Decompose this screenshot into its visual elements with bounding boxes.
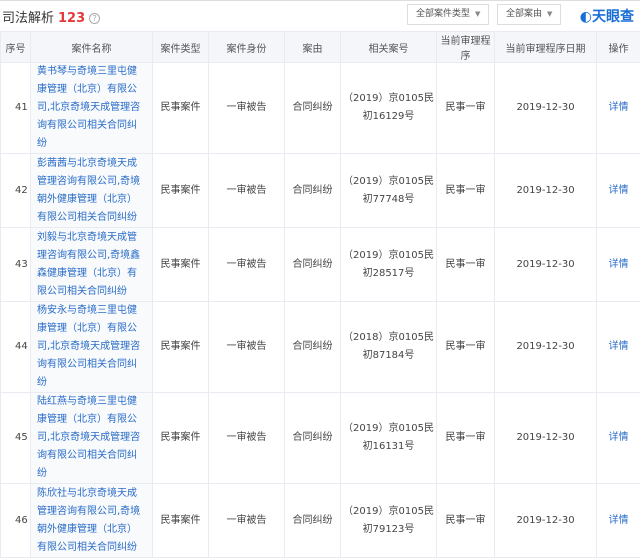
case-type: 民事案件 <box>153 63 209 154</box>
case-role: 一审被告 <box>209 302 285 393</box>
case-number: （2019）京0105民初79123号 <box>341 484 437 558</box>
case-type-filter-label: 全部案件类型 <box>416 9 470 19</box>
table-row: 43刘毅与北京奇境天成管理咨询有限公司,奇境鑫森健康管理（北京）有限公司相关合同… <box>1 228 640 302</box>
case-cause-filter[interactable]: 全部案由 ▼ <box>497 4 561 25</box>
trial-stage: 民事一审 <box>437 484 495 558</box>
section-header: 司法解析 123? 全部案件类型 ▼ 全部案由 ▼ ◐天眼查 <box>0 0 640 31</box>
case-type: 民事案件 <box>153 154 209 228</box>
column-header: 案件类型 <box>153 32 209 63</box>
case-role: 一审被告 <box>209 154 285 228</box>
case-number: （2019）京0105民初16131号 <box>341 393 437 484</box>
table-row: 46陈欣社与北京奇境天成管理咨询有限公司,奇境朝外健康管理（北京）有限公司相关合… <box>1 484 640 558</box>
trial-stage: 民事一审 <box>437 302 495 393</box>
detail-link[interactable]: 详情 <box>597 154 640 228</box>
table-header: 序号案件名称案件类型案件身份案由相关案号当前审理程序当前审理程序日期操作 <box>1 32 640 63</box>
case-type: 民事案件 <box>153 393 209 484</box>
trial-stage: 民事一审 <box>437 63 495 154</box>
column-header: 相关案号 <box>341 32 437 63</box>
row-number: 44 <box>1 302 31 393</box>
logo-text: 天眼查 <box>592 9 634 25</box>
case-role: 一审被告 <box>209 228 285 302</box>
row-number: 42 <box>1 154 31 228</box>
case-cause: 合同纠纷 <box>285 484 341 558</box>
table-row: 41黄书琴与奇境三里屯健康管理（北京）有限公司,北京奇境天成管理咨询有限公司相关… <box>1 63 640 154</box>
detail-link[interactable]: 详情 <box>597 63 640 154</box>
case-cause-filter-label: 全部案由 <box>506 9 542 19</box>
case-cause: 合同纠纷 <box>285 154 341 228</box>
trial-date: 2019-12-30 <box>495 63 597 154</box>
case-name-link[interactable]: 黄书琴与奇境三里屯健康管理（北京）有限公司,北京奇境天成管理咨询有限公司相关合同… <box>31 63 153 154</box>
case-type: 民事案件 <box>153 228 209 302</box>
case-role: 一审被告 <box>209 484 285 558</box>
help-icon[interactable]: ? <box>89 13 100 24</box>
logo-icon: ◐ <box>580 9 592 25</box>
case-name-link[interactable]: 彭茜茜与北京奇境天成管理咨询有限公司,奇境朝外健康管理（北京）有限公司相关合同纠… <box>31 154 153 228</box>
row-number: 43 <box>1 228 31 302</box>
case-type: 民事案件 <box>153 484 209 558</box>
case-cause: 合同纠纷 <box>285 393 341 484</box>
trial-date: 2019-12-30 <box>495 393 597 484</box>
column-header: 案件名称 <box>31 32 153 63</box>
title-text: 司法解析 <box>2 11 54 26</box>
case-cause: 合同纠纷 <box>285 63 341 154</box>
case-number: （2019）京0105民初77748号 <box>341 154 437 228</box>
row-number: 46 <box>1 484 31 558</box>
row-number: 45 <box>1 393 31 484</box>
case-name-link[interactable]: 刘毅与北京奇境天成管理咨询有限公司,奇境鑫森健康管理（北京）有限公司相关合同纠纷 <box>31 228 153 302</box>
trial-date: 2019-12-30 <box>495 228 597 302</box>
detail-link[interactable]: 详情 <box>597 393 640 484</box>
column-header: 当前审理程序日期 <box>495 32 597 63</box>
column-header: 案由 <box>285 32 341 63</box>
chevron-down-icon: ▼ <box>475 10 480 18</box>
case-number: （2019）京0105民初28517号 <box>341 228 437 302</box>
case-number: （2019）京0105民初16129号 <box>341 63 437 154</box>
trial-date: 2019-12-30 <box>495 302 597 393</box>
table-row: 45陆红燕与奇境三里屯健康管理（北京）有限公司,北京奇境天成管理咨询有限公司相关… <box>1 393 640 484</box>
case-number: （2018）京0105民初87184号 <box>341 302 437 393</box>
detail-link[interactable]: 详情 <box>597 228 640 302</box>
row-number: 41 <box>1 63 31 154</box>
trial-stage: 民事一审 <box>437 228 495 302</box>
case-cause: 合同纠纷 <box>285 302 341 393</box>
table-row: 42彭茜茜与北京奇境天成管理咨询有限公司,奇境朝外健康管理（北京）有限公司相关合… <box>1 154 640 228</box>
column-header: 案件身份 <box>209 32 285 63</box>
trial-stage: 民事一审 <box>437 393 495 484</box>
case-role: 一审被告 <box>209 63 285 154</box>
cases-table: 序号案件名称案件类型案件身份案由相关案号当前审理程序当前审理程序日期操作 41黄… <box>0 31 640 558</box>
case-name-link[interactable]: 陈欣社与北京奇境天成管理咨询有限公司,奇境朝外健康管理（北京）有限公司相关合同纠… <box>31 484 153 558</box>
trial-stage: 民事一审 <box>437 154 495 228</box>
case-type: 民事案件 <box>153 302 209 393</box>
detail-link[interactable]: 详情 <box>597 302 640 393</box>
case-role: 一审被告 <box>209 393 285 484</box>
column-header: 序号 <box>1 32 31 63</box>
case-type-filter[interactable]: 全部案件类型 ▼ <box>407 4 489 25</box>
case-name-link[interactable]: 杨安永与奇境三里屯健康管理（北京）有限公司,北京奇境天成管理咨询有限公司相关合同… <box>31 302 153 393</box>
case-name-link[interactable]: 陆红燕与奇境三里屯健康管理（北京）有限公司,北京奇境天成管理咨询有限公司相关合同… <box>31 393 153 484</box>
column-header: 当前审理程序 <box>437 32 495 63</box>
trial-date: 2019-12-30 <box>495 154 597 228</box>
logo: ◐天眼查 <box>580 6 634 26</box>
chevron-down-icon: ▼ <box>547 10 552 18</box>
column-header: 操作 <box>597 32 640 63</box>
table-row: 44杨安永与奇境三里屯健康管理（北京）有限公司,北京奇境天成管理咨询有限公司相关… <box>1 302 640 393</box>
case-cause: 合同纠纷 <box>285 228 341 302</box>
result-count: 123 <box>58 11 85 26</box>
page-title: 司法解析 123? <box>2 7 100 26</box>
trial-date: 2019-12-30 <box>495 484 597 558</box>
detail-link[interactable]: 详情 <box>597 484 640 558</box>
